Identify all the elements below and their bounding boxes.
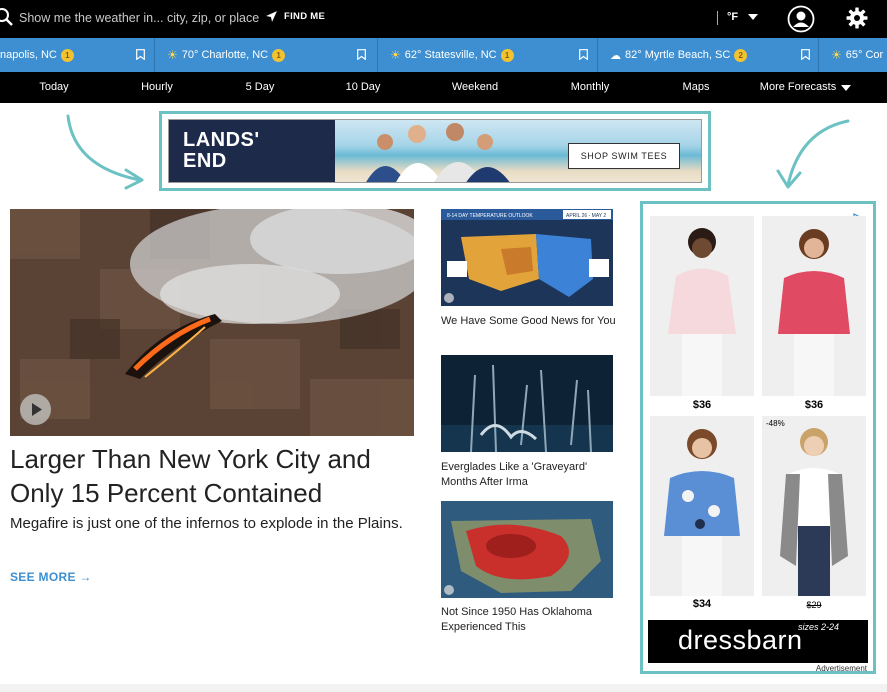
map-dates: APRIL 26 - MAY 2 [566, 213, 606, 219]
everglades-photo [441, 355, 613, 452]
location-item[interactable]: ☀ 65° Cor [819, 38, 887, 72]
annotation-arrow-right [776, 119, 850, 189]
unit-label: °F [727, 11, 739, 23]
location-item[interactable]: ☀ 70° Charlotte, NC 1 [155, 38, 378, 72]
temperature-outlook-map: 8-14 DAY TEMPERATURE OUTLOOK APRIL 26 - … [441, 209, 613, 306]
banner-ad-highlight: LANDS' END SHOP SWIM TEES [159, 111, 711, 191]
bookmark-icon[interactable] [801, 49, 810, 60]
profile-icon[interactable] [787, 5, 815, 33]
discount-label: -48% [766, 419, 785, 428]
location-label: 70° Charlotte, NC [181, 49, 269, 61]
wildfire-aerial-photo [10, 209, 414, 436]
sun-icon: ☀ [390, 48, 401, 62]
nav-today[interactable]: Today [39, 81, 68, 93]
find-me-button[interactable]: FIND ME [265, 10, 325, 23]
hero-description: Megafire is just one of the infernos to … [10, 515, 403, 532]
nav-10-day[interactable]: 10 Day [346, 81, 381, 93]
bookmark-icon[interactable] [357, 49, 366, 60]
location-label: 82° Myrtle Beach, SC [625, 49, 731, 61]
nav-5-day[interactable]: 5 Day [246, 81, 275, 93]
play-icon[interactable] [444, 293, 454, 303]
location-label: 62° Statesville, NC [404, 49, 497, 61]
banner-photo: SHOP SWIM TEES [335, 120, 701, 182]
bookmark-icon[interactable] [136, 49, 145, 60]
sizes-tagline: sizes 2-24 [798, 622, 840, 632]
hero-headline[interactable]: Larger Than New York City and Only 15 Pe… [10, 442, 430, 510]
story-thumbnail[interactable] [441, 355, 613, 452]
story-headline[interactable]: Everglades Like a 'Graveyard' Months Aft… [441, 460, 621, 490]
model-top-image [668, 228, 736, 396]
top-bar: Show me the weather in... city, zip, or … [0, 0, 887, 38]
product-image[interactable] [762, 416, 866, 596]
dressbarn-brand-bar[interactable]: dressbarn sizes 2-24 [648, 620, 868, 663]
product-image[interactable] [650, 216, 754, 396]
caret-down-icon [841, 85, 851, 91]
play-icon[interactable] [444, 585, 454, 595]
location-item[interactable]: ☀ 62° Statesville, NC 1 [378, 38, 598, 72]
footer-divider [0, 684, 887, 692]
product-price-original: $29 [806, 600, 822, 610]
location-label: 65° Cor [845, 49, 884, 61]
cloud-icon: ☁ [610, 49, 621, 62]
alert-badge: 1 [272, 48, 286, 62]
find-me-label: FIND ME [284, 11, 326, 22]
nav-maps[interactable]: Maps [683, 81, 710, 93]
shop-swim-tees-button[interactable]: SHOP SWIM TEES [568, 143, 680, 169]
annotation-arrow-left [66, 114, 144, 190]
story-headline[interactable]: We Have Some Good News for You [441, 314, 621, 329]
forecast-nav: Today Hourly 5 Day 10 Day Weekend Monthl… [0, 72, 887, 103]
product-image[interactable] [650, 416, 754, 596]
model-top-image [778, 229, 850, 396]
banner-ad[interactable]: LANDS' END SHOP SWIM TEES [168, 119, 702, 183]
location-item[interactable]: ☁ 82° Myrtle Beach, SC 2 [598, 38, 819, 72]
divider [717, 11, 718, 25]
nav-more-forecasts[interactable]: More Forecasts [760, 81, 836, 93]
gear-icon[interactable] [845, 6, 869, 30]
story-thumbnail[interactable] [441, 501, 613, 598]
product-price: $36 [804, 399, 824, 411]
sun-icon: ☀ [831, 48, 842, 62]
dressbarn-logo: dressbarn [678, 625, 803, 655]
sun-icon: ☀ [167, 48, 178, 62]
play-video-button[interactable] [20, 394, 51, 425]
search-icon[interactable] [0, 7, 14, 27]
map-caption: 8-14 DAY TEMPERATURE OUTLOOK [447, 213, 533, 219]
see-more-link[interactable]: SEE MORE → [10, 570, 92, 584]
bookmark-icon[interactable] [579, 49, 588, 60]
product-image[interactable] [762, 216, 866, 396]
model-top-image [780, 428, 848, 596]
nav-weekend[interactable]: Weekend [452, 81, 498, 93]
alert-badge: 2 [734, 48, 748, 62]
drought-map [441, 501, 613, 598]
nav-monthly[interactable]: Monthly [571, 81, 610, 93]
unit-selector[interactable]: °F [727, 11, 759, 23]
play-icon [32, 403, 42, 416]
alert-badge: 1 [500, 48, 514, 62]
dressbarn-ad[interactable]: $36 $36 $34 -48% $29 dressbarn sizes 2-2… [648, 209, 869, 673]
story-thumbnail[interactable]: 8-14 DAY TEMPERATURE OUTLOOK APRIL 26 - … [441, 209, 613, 306]
location-arrow-icon [266, 11, 277, 22]
side-ad-highlight: $36 $36 $34 -48% $29 dressbarn sizes 2-2… [640, 201, 876, 674]
product-price: $36 [692, 399, 712, 411]
product-price: $34 [692, 598, 712, 610]
search-input[interactable]: Show me the weather in... city, zip, or … [19, 11, 259, 25]
location-item[interactable]: napolis, NC 1 [0, 38, 155, 72]
location-label: napolis, NC [0, 49, 57, 61]
saved-locations-bar: napolis, NC 1 ☀ 70° Charlotte, NC 1 ☀ 62… [0, 38, 887, 72]
alert-badge: 1 [60, 48, 74, 62]
hero-image[interactable] [10, 209, 414, 436]
advertisement-label: Advertisement [815, 664, 867, 673]
caret-down-icon [748, 14, 759, 20]
model-top-image [664, 429, 740, 596]
lands-end-logo: LANDS' END [183, 129, 260, 172]
story-headline[interactable]: Not Since 1950 Has Oklahoma Experienced … [441, 605, 621, 635]
nav-hourly[interactable]: Hourly [141, 81, 173, 93]
